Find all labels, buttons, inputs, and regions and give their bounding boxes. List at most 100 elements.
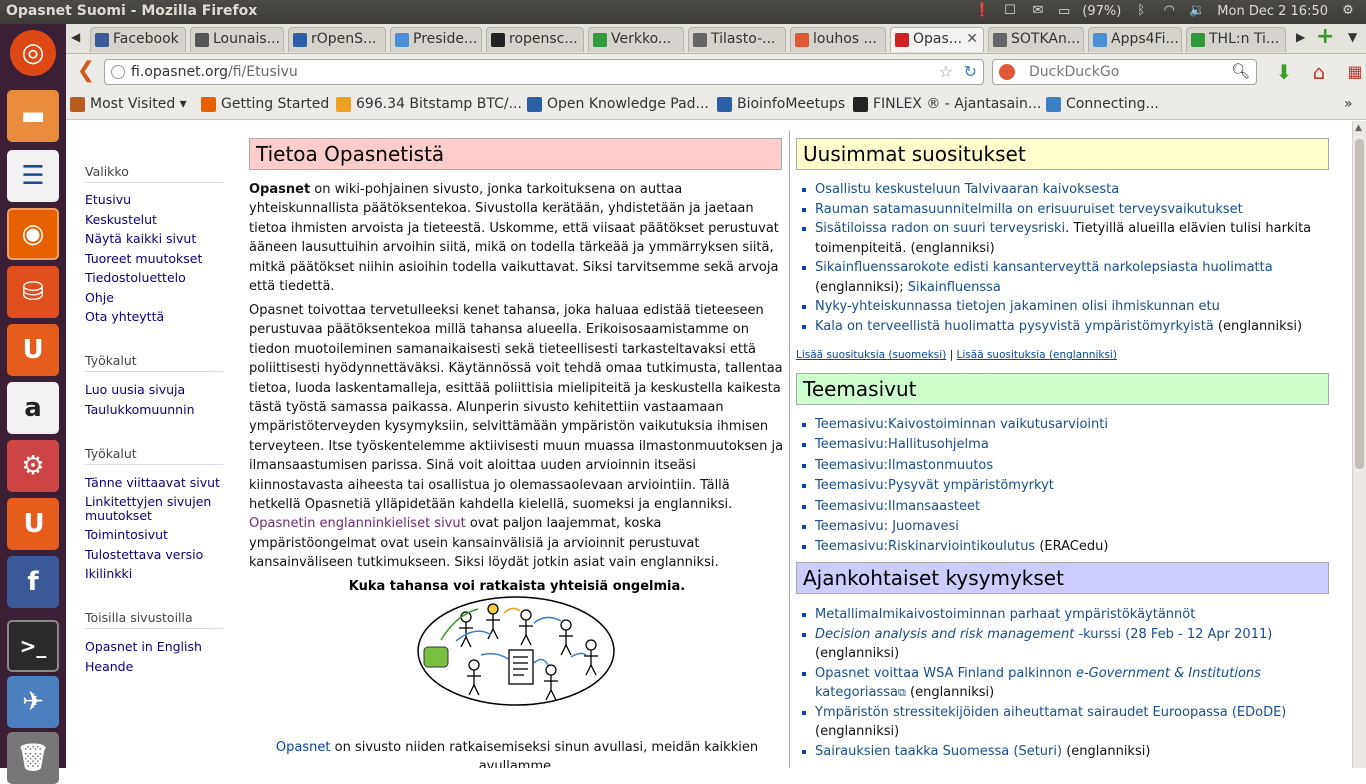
- tab-1[interactable]: Lounais...: [190, 27, 284, 52]
- page-scrollbar[interactable]: ▲: [1352, 121, 1366, 768]
- item-link[interactable]: Teemasivu:Hallitusohjelma: [815, 437, 989, 452]
- window-icon[interactable]: ☐: [1002, 3, 1018, 19]
- item-link[interactable]: Sisätiloissa radon on suuri terveysriski: [815, 221, 1065, 236]
- item-link[interactable]: Decision analysis and risk management: [815, 627, 1074, 642]
- item-link[interactable]: Osallistu keskusteluun Talvivaaran kaivo…: [815, 182, 1119, 197]
- item-link[interactable]: Teemasivu:Riskinarviointikoulutus: [815, 539, 1035, 554]
- tabs-scroll-right-icon[interactable]: ▶: [1296, 30, 1305, 44]
- bookmark-item[interactable]: Connecting...: [1046, 96, 1159, 112]
- bluetooth-icon[interactable]: ᛒ: [1133, 3, 1149, 19]
- item-link[interactable]: Opasnet voittaa WSA Finland palkinnon e-…: [815, 666, 1261, 701]
- tab-7[interactable]: louhos ...: [790, 27, 886, 52]
- tab-4[interactable]: ropensc...: [486, 27, 584, 52]
- item-link[interactable]: Teemasivu: Juomavesi: [815, 519, 959, 534]
- volume-icon[interactable]: 🔉: [1189, 3, 1205, 19]
- sidebar-link[interactable]: Opasnet in English: [85, 640, 202, 654]
- settings-icon[interactable]: ⚙: [7, 440, 59, 492]
- sidebar-link[interactable]: Taulukkomuunnin: [85, 402, 195, 417]
- english-pages-link[interactable]: Opasnetin englanninkieliset sivut: [249, 516, 466, 531]
- sidebar-link[interactable]: Keskustelut: [85, 212, 157, 227]
- ubuntu-one-music-icon[interactable]: Ս: [7, 498, 59, 550]
- bookmark-item[interactable]: BioinfoMeetups: [717, 96, 845, 112]
- tab-0[interactable]: Facebook: [90, 27, 186, 52]
- bookmark-star-icon[interactable]: ☆: [939, 62, 953, 81]
- sidebar-link[interactable]: muutokset: [85, 509, 152, 523]
- sidebar-link[interactable]: Tiedostoluettelo: [85, 271, 186, 285]
- bookmark-item[interactable]: Getting Started: [201, 96, 329, 112]
- item-link-secondary[interactable]: Sikainfluenssa: [908, 280, 1001, 295]
- battery-icon[interactable]: ▭: [1058, 4, 1070, 19]
- item-link[interactable]: Teemasivu:Ilmansaasteet: [815, 499, 980, 514]
- item-link[interactable]: Teemasivu:Ilmastonmuutos: [815, 458, 993, 473]
- item-link[interactable]: Rauman satamasuunnitelmilla on erisuurui…: [815, 202, 1243, 217]
- trash-icon[interactable]: 🗑: [7, 732, 59, 784]
- item-link[interactable]: Teemasivu:Pysyvät ympäristömyrkyt: [815, 478, 1054, 493]
- item-link[interactable]: Sikainfluenssarokote edisti kansantervey…: [815, 260, 1273, 275]
- scrollbar-thumb[interactable]: [1355, 139, 1364, 469]
- search-icon[interactable]: 🔍︎: [1231, 62, 1250, 80]
- tab-11[interactable]: THL:n Ti...: [1186, 27, 1286, 52]
- globe-icon[interactable]: [111, 65, 125, 79]
- sidebar-link[interactable]: Ohje: [85, 290, 114, 305]
- tab-2[interactable]: rOpenS...: [288, 27, 386, 52]
- tab-list-icon[interactable]: ▼: [1348, 30, 1357, 44]
- writer-icon[interactable]: ☰: [7, 150, 59, 202]
- opasnet-link[interactable]: Opasnet: [276, 740, 331, 755]
- tab-3[interactable]: Preside...: [390, 27, 482, 52]
- tab-10[interactable]: Apps4Fi...: [1088, 27, 1182, 52]
- item-link[interactable]: Metallimalmikaivostoiminnan parhaat ympä…: [815, 607, 1195, 622]
- reload-icon[interactable]: ↻: [964, 62, 977, 81]
- item-link[interactable]: Ympäristön stressitekijöiden aiheuttamat…: [815, 705, 1286, 720]
- wifi-icon[interactable]: ◠: [1161, 3, 1177, 19]
- sidebar-link[interactable]: Toimintosivut: [85, 528, 168, 542]
- ubuntu-one-icon[interactable]: U: [7, 324, 59, 376]
- sidebar-link[interactable]: Luo uusia sivuja: [85, 383, 185, 397]
- menu-icon[interactable]: ▦: [1342, 59, 1366, 85]
- bookmark-item[interactable]: 696.34 Bitstamp BTC/...: [336, 96, 522, 112]
- software-center-icon[interactable]: ⛁: [7, 266, 59, 318]
- new-tab-icon[interactable]: +: [1316, 24, 1334, 49]
- download-icon[interactable]: ⬇: [1271, 59, 1297, 85]
- mail-icon[interactable]: ✉: [1030, 3, 1046, 19]
- more-finnish-link[interactable]: Lisää suosituksia (suomeksi): [796, 349, 946, 361]
- sidebar-link[interactable]: Tänne viittaavat sivut: [85, 476, 220, 490]
- bookmark-item[interactable]: Most Visited ▾: [70, 96, 187, 112]
- url-bar[interactable]: fi.opasnet.org/fi/Etusivu ☆ ↻: [104, 59, 984, 85]
- alert-icon[interactable]: ❗: [974, 3, 990, 19]
- scroll-up-icon[interactable]: ▲: [1355, 123, 1362, 133]
- sidebar-link[interactable]: Tuoreet muutokset: [85, 251, 202, 266]
- tabs-scroll-left-icon[interactable]: ◀: [71, 30, 80, 44]
- more-english-link[interactable]: Lisää suosituksia (englanniksi): [957, 349, 1117, 361]
- item-link[interactable]: Nyky-yhteiskunnassa tietojen jakaminen o…: [815, 299, 1220, 314]
- sidebar-link[interactable]: Ikilinkki: [85, 567, 132, 581]
- sidebar-link[interactable]: Etusivu: [85, 193, 131, 207]
- search-input[interactable]: DuckDuckGo 🔍︎: [992, 59, 1257, 85]
- duckduckgo-icon[interactable]: [999, 64, 1015, 80]
- files-icon[interactable]: ▬: [7, 90, 59, 142]
- tab-9[interactable]: SOTKAn...: [988, 27, 1084, 52]
- gear-icon[interactable]: ⚙: [1340, 3, 1356, 19]
- item-link[interactable]: Teemasivu:Kaivostoiminnan vaikutusarvioi…: [815, 417, 1108, 432]
- item-link[interactable]: Sairauksien taakka Suomessa (Seturi): [815, 744, 1062, 759]
- sidebar-link[interactable]: Linkitettyjen sivujen: [85, 495, 211, 509]
- sidebar-link[interactable]: Näytä kaikki sivut: [85, 232, 196, 246]
- facebook-icon[interactable]: f: [7, 556, 59, 608]
- tab-5[interactable]: Verkko...: [588, 27, 684, 52]
- sidebar-link[interactable]: Heande: [85, 659, 133, 674]
- back-arrow-icon[interactable]: ❮: [74, 60, 98, 84]
- amazon-icon[interactable]: a: [7, 382, 59, 434]
- home-icon[interactable]: ⌂: [1306, 59, 1332, 85]
- item-link[interactable]: Kala on terveellistä huolimatta pysyvist…: [815, 319, 1214, 334]
- firefox-icon[interactable]: ◉: [7, 208, 59, 260]
- bookmark-item[interactable]: Open Knowledge Pad...: [527, 96, 709, 112]
- thunderbird-icon[interactable]: ✈: [7, 676, 59, 728]
- clock[interactable]: Mon Dec 2 16:50: [1217, 4, 1328, 19]
- sidebar-link[interactable]: Tulostettava versio: [85, 548, 203, 562]
- tab-6[interactable]: Tilasto-...: [688, 27, 786, 52]
- ubuntu-icon[interactable]: ◎: [10, 30, 56, 76]
- bookmarks-overflow-icon[interactable]: »: [1344, 96, 1353, 112]
- terminal-icon[interactable]: >_: [7, 620, 59, 672]
- close-tab-icon[interactable]: ✕: [966, 31, 978, 47]
- sidebar-link[interactable]: Ota yhteyttä: [85, 310, 164, 324]
- tab-8[interactable]: Opas... ✕: [890, 27, 984, 52]
